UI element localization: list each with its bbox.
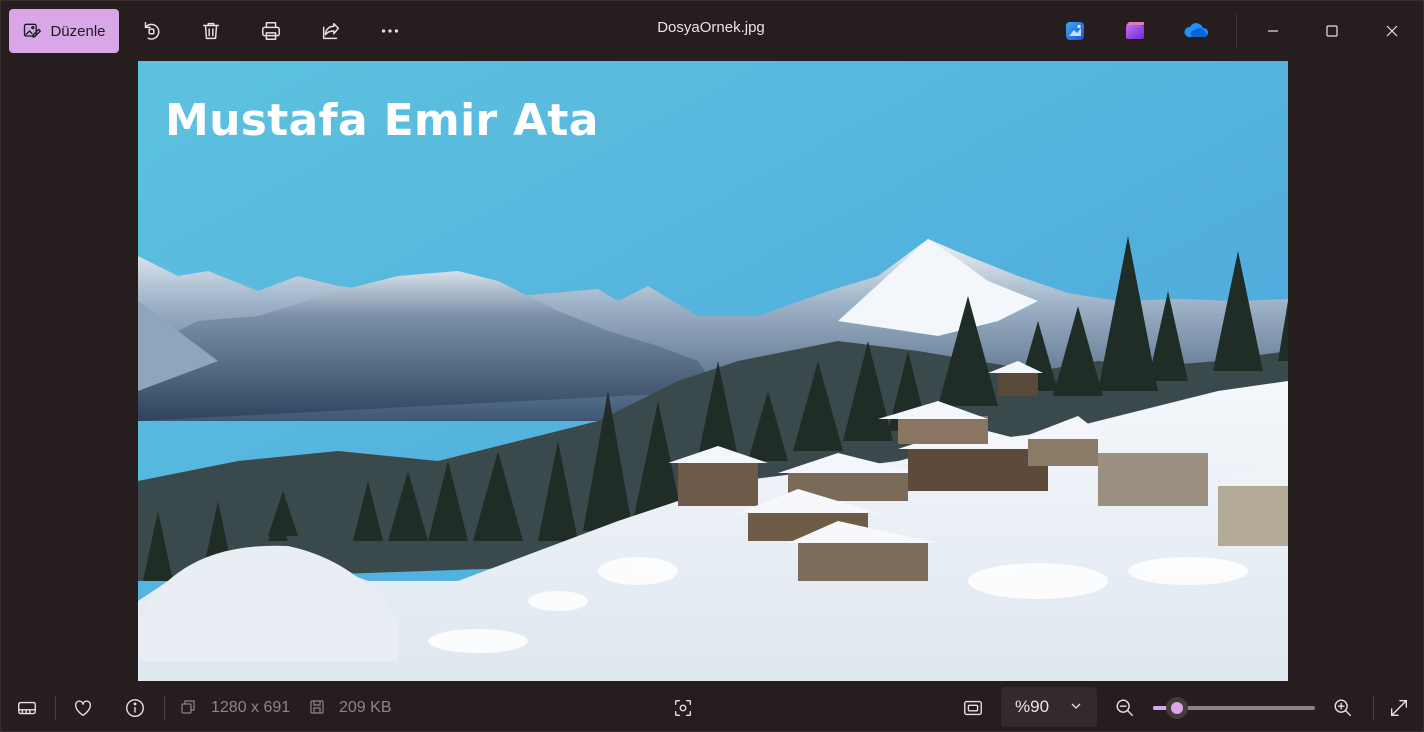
- window-title: DosyaOrnek.jpg: [657, 19, 765, 36]
- more-icon: [381, 29, 399, 33]
- heart-icon: [74, 700, 92, 717]
- zoom-slider-thumb[interactable]: [1166, 697, 1189, 719]
- expand-icon: [1390, 699, 1408, 717]
- minimize-button[interactable]: [1256, 15, 1290, 47]
- share-button[interactable]: [316, 16, 346, 46]
- fit-to-window-icon: [964, 700, 982, 716]
- resolution-icon: [181, 700, 195, 714]
- edit-button[interactable]: Düzenle: [9, 9, 119, 53]
- status-bar: 1280 x 691 209 KB %90: [1, 682, 1423, 732]
- zoom-in-icon: [1334, 699, 1352, 717]
- more-button[interactable]: [375, 16, 405, 46]
- edit-button-label: Düzenle: [50, 22, 106, 40]
- zoom-out-icon: [1116, 699, 1134, 717]
- zoom-level-value: %90: [1015, 697, 1050, 716]
- photo-editor-icon[interactable]: [1063, 19, 1087, 43]
- minimize-icon: [1268, 30, 1278, 32]
- photo-canvas[interactable]: Mustafa Emir Ata: [138, 61, 1288, 681]
- status-separator: [1373, 696, 1374, 720]
- chevron-down-icon: [1071, 703, 1081, 709]
- zoom-slider[interactable]: [1153, 697, 1315, 719]
- zoom-in-button[interactable]: [1329, 694, 1357, 722]
- zoom-out-button[interactable]: [1111, 694, 1139, 722]
- rotate-button[interactable]: [136, 16, 166, 46]
- clipchamp-icon[interactable]: [1123, 19, 1147, 43]
- delete-icon: [202, 22, 220, 40]
- photo-viewer-window: Düzenle DosyaOrnek.jpg Mustafa Emir Ata …: [0, 0, 1424, 732]
- photo-overlay-text: Mustafa Emir Ata: [165, 95, 599, 146]
- status-separator: [164, 696, 165, 720]
- favorite-button[interactable]: [69, 694, 97, 722]
- full-screen-button[interactable]: [1385, 694, 1413, 722]
- file-size: 209 KB: [339, 699, 392, 716]
- visual-search-icon: [674, 699, 692, 717]
- onedrive-icon[interactable]: [1182, 19, 1210, 43]
- maximize-icon: [1326, 25, 1338, 37]
- zoom-level-dropdown[interactable]: %90: [1001, 687, 1097, 727]
- visual-search-button[interactable]: [669, 694, 697, 722]
- filmstrip-button[interactable]: [13, 694, 41, 722]
- fit-to-window-button[interactable]: [959, 694, 987, 722]
- mountain-village-photo: [138, 61, 1288, 681]
- status-separator: [55, 696, 56, 720]
- file-size-icon: [310, 700, 324, 714]
- info-icon: [126, 699, 144, 717]
- edit-image-icon: [24, 23, 42, 38]
- close-button[interactable]: [1375, 15, 1409, 47]
- print-button[interactable]: [256, 16, 286, 46]
- rotate-icon: [144, 22, 160, 40]
- share-icon: [322, 22, 340, 40]
- title-separator: [1236, 13, 1237, 49]
- print-icon: [262, 22, 280, 40]
- file-info-button[interactable]: [121, 694, 149, 722]
- title-bar: Düzenle DosyaOrnek.jpg: [1, 1, 1423, 61]
- delete-button[interactable]: [196, 16, 226, 46]
- filmstrip-icon: [18, 701, 36, 715]
- maximize-button[interactable]: [1315, 15, 1349, 47]
- close-icon: [1386, 25, 1398, 37]
- image-dimensions: 1280 x 691: [211, 699, 291, 716]
